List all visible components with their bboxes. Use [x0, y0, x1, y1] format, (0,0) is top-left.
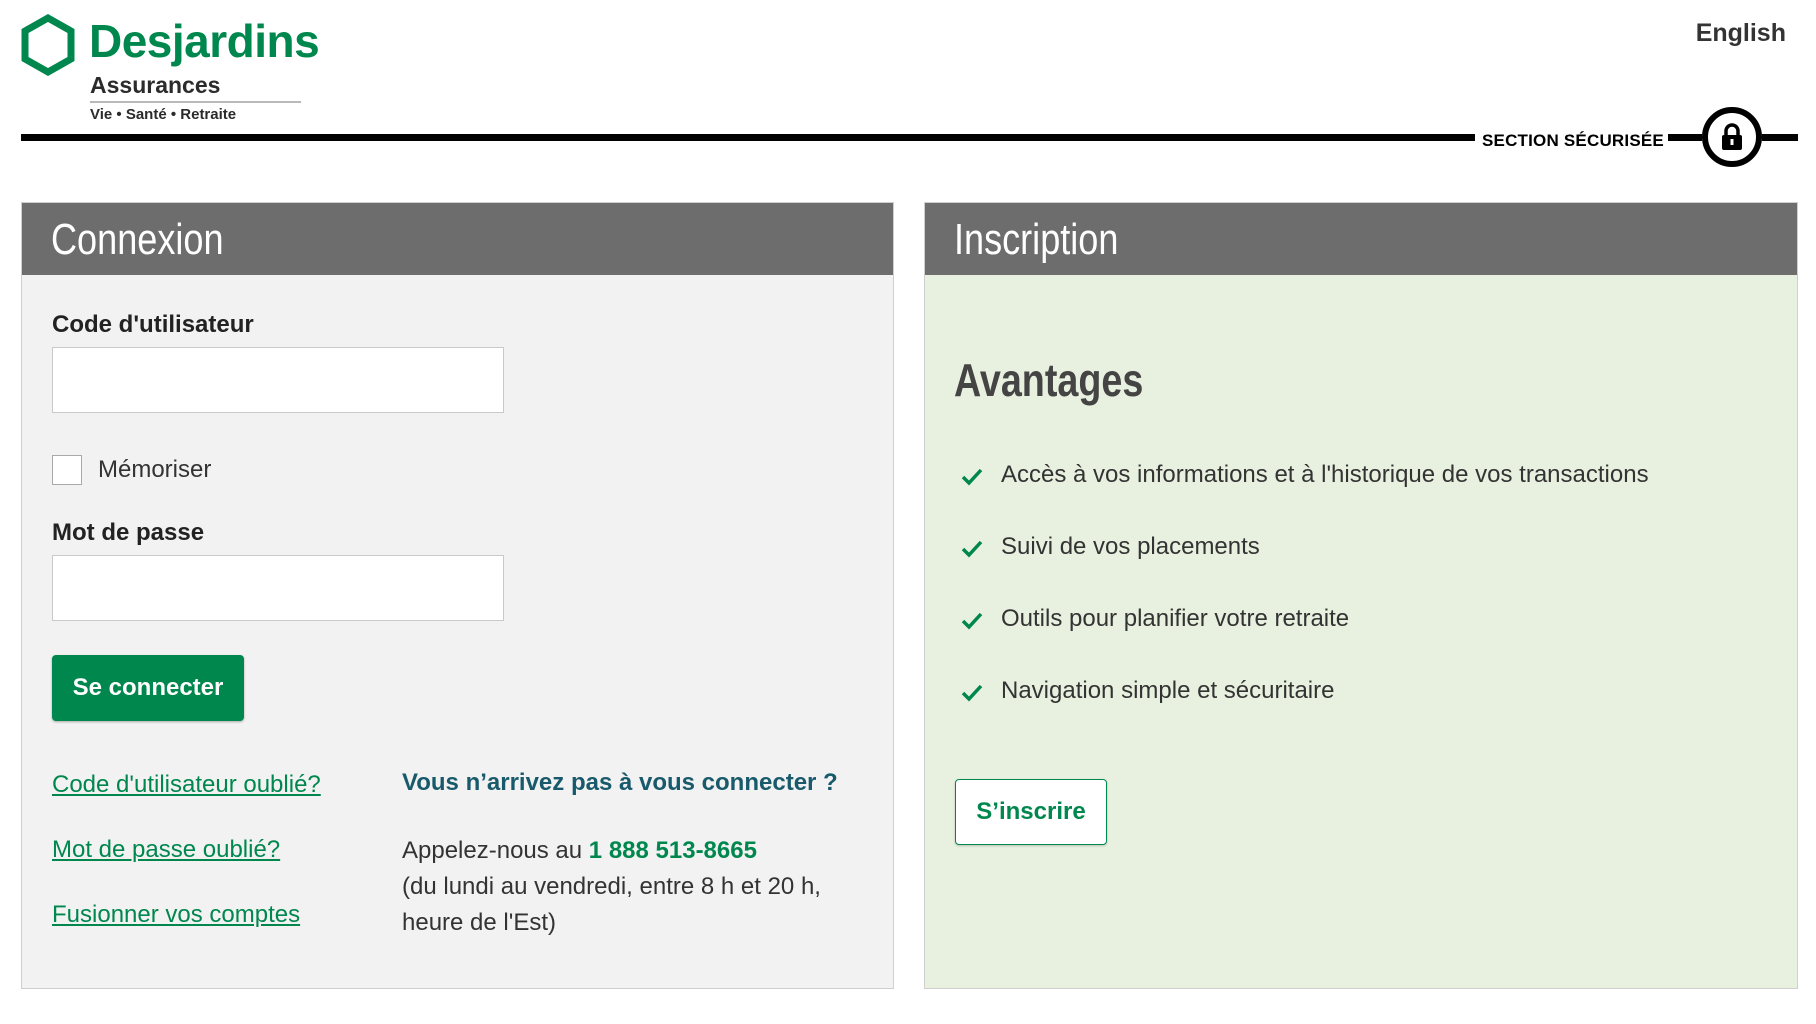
login-panel-header: Connexion	[22, 203, 893, 275]
checkmark-icon	[961, 684, 983, 702]
login-panel: Connexion Code d'utilisateur Mémoriser M…	[21, 202, 894, 989]
lock-icon	[1722, 123, 1742, 150]
login-button[interactable]: Se connecter	[52, 655, 244, 721]
brand-subtitle: Assurances	[90, 72, 221, 98]
help-hours-line1: (du lundi au vendredi, entre 8 h et 20 h…	[402, 873, 821, 900]
secure-divider-right	[1762, 134, 1798, 141]
username-label: Code d'utilisateur	[52, 311, 254, 338]
password-input[interactable]	[52, 555, 504, 621]
secure-divider-left	[21, 134, 1475, 141]
login-title: Connexion	[51, 215, 224, 264]
secure-lock-badge	[1702, 107, 1762, 167]
checkmark-icon	[961, 612, 983, 630]
checkmark-icon	[961, 468, 983, 486]
advantage-item: Outils pour planifier votre retraite	[961, 605, 1649, 677]
hexagon-logo-icon	[21, 14, 75, 76]
advantage-text: Navigation simple et sécuritaire	[1001, 677, 1335, 704]
help-hours-line2: heure de l'Est)	[402, 909, 556, 936]
advantage-text: Accès à vos informations et à l'historiq…	[1001, 461, 1649, 488]
merge-accounts-link[interactable]: Fusionner vos comptes	[52, 901, 300, 929]
register-panel: Inscription Avantages Accès à vos inform…	[924, 202, 1798, 989]
forgot-username-link[interactable]: Code d'utilisateur oublié?	[52, 771, 321, 799]
advantage-text: Outils pour planifier votre retraite	[1001, 605, 1350, 632]
login-help-title: Vous n’arrivez pas à vous connecter ?	[402, 769, 838, 796]
advantages-title: Avantages	[954, 354, 1144, 406]
login-help-text: Appelez-nous au 1 888 513-8665 (du lundi…	[402, 833, 821, 941]
username-input[interactable]	[52, 347, 504, 413]
help-call-prefix: Appelez-nous au	[402, 837, 589, 864]
advantage-text: Suivi de vos placements	[1001, 533, 1260, 560]
brand-tagline: Vie • Santé • Retraite	[90, 106, 237, 123]
brand-divider	[90, 101, 301, 103]
remember-checkbox[interactable]	[52, 455, 82, 485]
checkmark-icon	[961, 540, 983, 558]
advantage-item: Suivi de vos placements	[961, 533, 1649, 605]
forgot-password-link[interactable]: Mot de passe oublié?	[52, 836, 280, 864]
advantages-list: Accès à vos informations et à l'historiq…	[961, 461, 1649, 749]
remember-label[interactable]: Mémoriser	[98, 456, 211, 484]
advantage-item: Accès à vos informations et à l'historiq…	[961, 461, 1649, 533]
brand-name: Desjardins	[89, 15, 320, 67]
register-button[interactable]: S’inscrire	[955, 779, 1107, 845]
secure-divider-middle	[1668, 134, 1702, 141]
help-phone-number[interactable]: 1 888 513-8665	[589, 837, 757, 864]
language-switch-link[interactable]: English	[1696, 19, 1786, 48]
register-title: Inscription	[954, 215, 1119, 264]
secure-section-label: SECTION SÉCURISÉE	[1482, 131, 1664, 150]
password-label: Mot de passe	[52, 519, 205, 546]
advantage-item: Navigation simple et sécuritaire	[961, 677, 1649, 749]
register-panel-header: Inscription	[925, 203, 1797, 275]
